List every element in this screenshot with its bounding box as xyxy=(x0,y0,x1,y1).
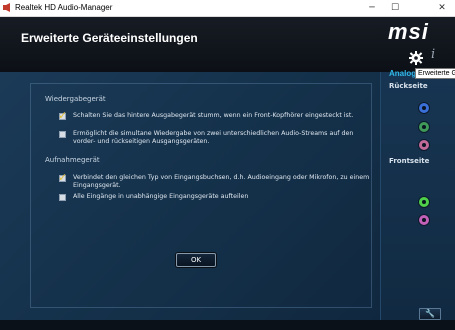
checkbox[interactable] xyxy=(59,194,66,201)
pink-jack[interactable] xyxy=(418,139,430,151)
check-icon: ✓ xyxy=(58,109,68,122)
minimize-button[interactable]: ─ xyxy=(361,0,383,16)
info-icon[interactable]: i xyxy=(431,47,435,62)
msi-logo: msi xyxy=(388,19,429,44)
bottom-bar xyxy=(0,320,455,330)
front-panel-label: Frontseite xyxy=(389,157,430,165)
green-jack[interactable] xyxy=(418,196,430,208)
ok-button[interactable]: OK xyxy=(176,253,216,267)
checkbox[interactable] xyxy=(59,131,66,138)
maximize-button[interactable]: ☐ xyxy=(384,0,406,16)
close-button[interactable]: ✕ xyxy=(431,0,453,16)
pink-jack[interactable] xyxy=(418,214,430,226)
tooltip: Erweiterte Geräteeinstellungen xyxy=(415,68,455,79)
option-label: Verbindet den gleichen Typ von Eingangsb… xyxy=(73,174,370,190)
playback-heading: Wiedergabegerät xyxy=(45,95,106,103)
analog-label: Analog xyxy=(389,69,417,78)
header: Erweiterte Geräteeinstellungen msi xyxy=(0,17,455,72)
option-label: Alle Eingänge in unabhängige Eingangsger… xyxy=(73,193,249,200)
speaker-icon xyxy=(3,3,10,12)
window-title: Realtek HD Audio-Manager xyxy=(15,3,113,12)
blue-jack[interactable] xyxy=(418,102,430,114)
title-bar: Realtek HD Audio-Manager ─ ☐ ✕ xyxy=(0,0,455,17)
wrench-icon[interactable]: 🔧 xyxy=(419,308,441,320)
option-label: Ermöglicht die simultane Wiedergabe von … xyxy=(73,130,354,146)
check-icon: ✓ xyxy=(58,171,68,184)
checkbox[interactable]: ✓ xyxy=(58,109,68,122)
rear-panel-label: Rückseite xyxy=(389,82,428,90)
option-label: Schalten Sie das hintere Ausgabegerät st… xyxy=(73,112,354,119)
green-jack[interactable] xyxy=(418,121,430,133)
recording-heading: Aufnahmegerät xyxy=(45,156,100,164)
checkbox[interactable]: ✓ xyxy=(58,171,68,184)
gear-icon[interactable] xyxy=(409,51,423,65)
page-title: Erweiterte Geräteeinstellungen xyxy=(21,31,198,45)
